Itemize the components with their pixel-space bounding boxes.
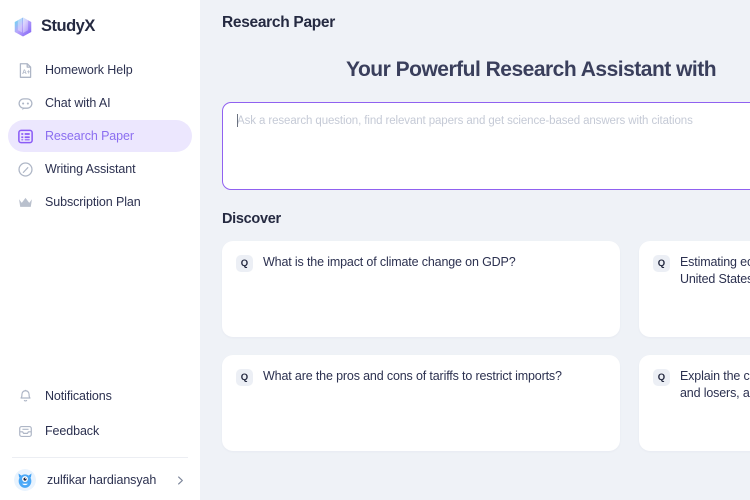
- discover-card-text: What are the pros and cons of tariffs to…: [263, 369, 562, 383]
- sidebar-item-feedback[interactable]: Feedback: [8, 415, 192, 447]
- sidebar-item-label: Chat with AI: [45, 96, 111, 110]
- discover-card-text: Estimating economic damages from climate…: [680, 255, 750, 286]
- search-placeholder: Ask a research question, find relevant p…: [237, 115, 693, 127]
- monster-avatar: [14, 469, 36, 491]
- brand[interactable]: StudyX: [0, 0, 200, 42]
- page-title: Research Paper: [222, 14, 335, 31]
- sidebar-item-label: Notifications: [45, 389, 112, 403]
- discover-card[interactable]: Q What is the impact of climate change o…: [222, 241, 620, 337]
- crown-icon: [19, 197, 32, 207]
- discover-title: Discover: [222, 211, 281, 227]
- studyx-cube-logo-icon: [14, 16, 32, 37]
- sidebar-item-label: Subscription Plan: [45, 195, 141, 209]
- sidebar-item-chat-with-ai[interactable]: Chat with AI: [8, 87, 192, 119]
- primary-nav: A+ Homework Help Chat with AI Research P…: [0, 54, 200, 219]
- inbox-tray-icon: [19, 425, 32, 437]
- discover-card[interactable]: Q Estimating economic damages from clima…: [639, 241, 750, 337]
- sidebar-item-notifications[interactable]: Notifications: [8, 380, 192, 412]
- sidebar-item-label: Writing Assistant: [45, 162, 136, 176]
- question-badge: Q: [653, 255, 670, 272]
- brand-name: StudyX: [41, 17, 95, 35]
- user-profile-row[interactable]: zulfikar hardiansyah: [0, 462, 200, 498]
- question-badge: Q: [236, 255, 253, 272]
- robot-chat-icon: [18, 97, 33, 110]
- discover-card[interactable]: Q What are the pros and cons of tariffs …: [222, 355, 620, 451]
- app-root: StudyX A+ Homework Help Chat with AI Res…: [0, 0, 750, 500]
- sidebar-item-label: Research Paper: [45, 129, 134, 143]
- discover-card[interactable]: Q Explain the common arguments about tar…: [639, 355, 750, 451]
- svg-text:A+: A+: [22, 68, 31, 75]
- sidebar-item-label: Feedback: [45, 424, 100, 438]
- list-grid-icon: [18, 129, 33, 143]
- text-caret: [237, 114, 238, 127]
- sidebar: StudyX A+ Homework Help Chat with AI Res…: [0, 0, 200, 500]
- discover-card-text: Explain the common arguments about tarif…: [680, 369, 750, 400]
- sidebar-item-subscription-plan[interactable]: Subscription Plan: [8, 186, 192, 218]
- user-name: zulfikar hardiansyah: [47, 473, 157, 487]
- secondary-nav: Notifications Feedback: [0, 380, 200, 450]
- discover-card-text: What is the impact of climate change on …: [263, 255, 516, 269]
- sidebar-item-writing-assistant[interactable]: Writing Assistant: [8, 153, 192, 185]
- question-badge: Q: [653, 369, 670, 386]
- chevron-right-icon[interactable]: [175, 475, 186, 486]
- sidebar-item-label: Homework Help: [45, 63, 133, 77]
- sidebar-divider: [12, 457, 188, 458]
- bell-icon: [20, 389, 31, 402]
- search-input[interactable]: Ask a research question, find relevant p…: [222, 102, 750, 190]
- pencil-circle-icon: [18, 161, 33, 177]
- question-badge: Q: [236, 369, 253, 386]
- document-a-plus-icon: A+: [19, 62, 32, 78]
- hero-heading: Your Powerful Research Assistant with: [346, 58, 717, 81]
- main-content: Research Paper Your Powerful Research As…: [200, 0, 750, 500]
- sidebar-item-research-paper[interactable]: Research Paper: [8, 120, 192, 152]
- discover-card-grid: Q What is the impact of climate change o…: [222, 241, 750, 451]
- sidebar-item-homework-help[interactable]: A+ Homework Help: [8, 54, 192, 86]
